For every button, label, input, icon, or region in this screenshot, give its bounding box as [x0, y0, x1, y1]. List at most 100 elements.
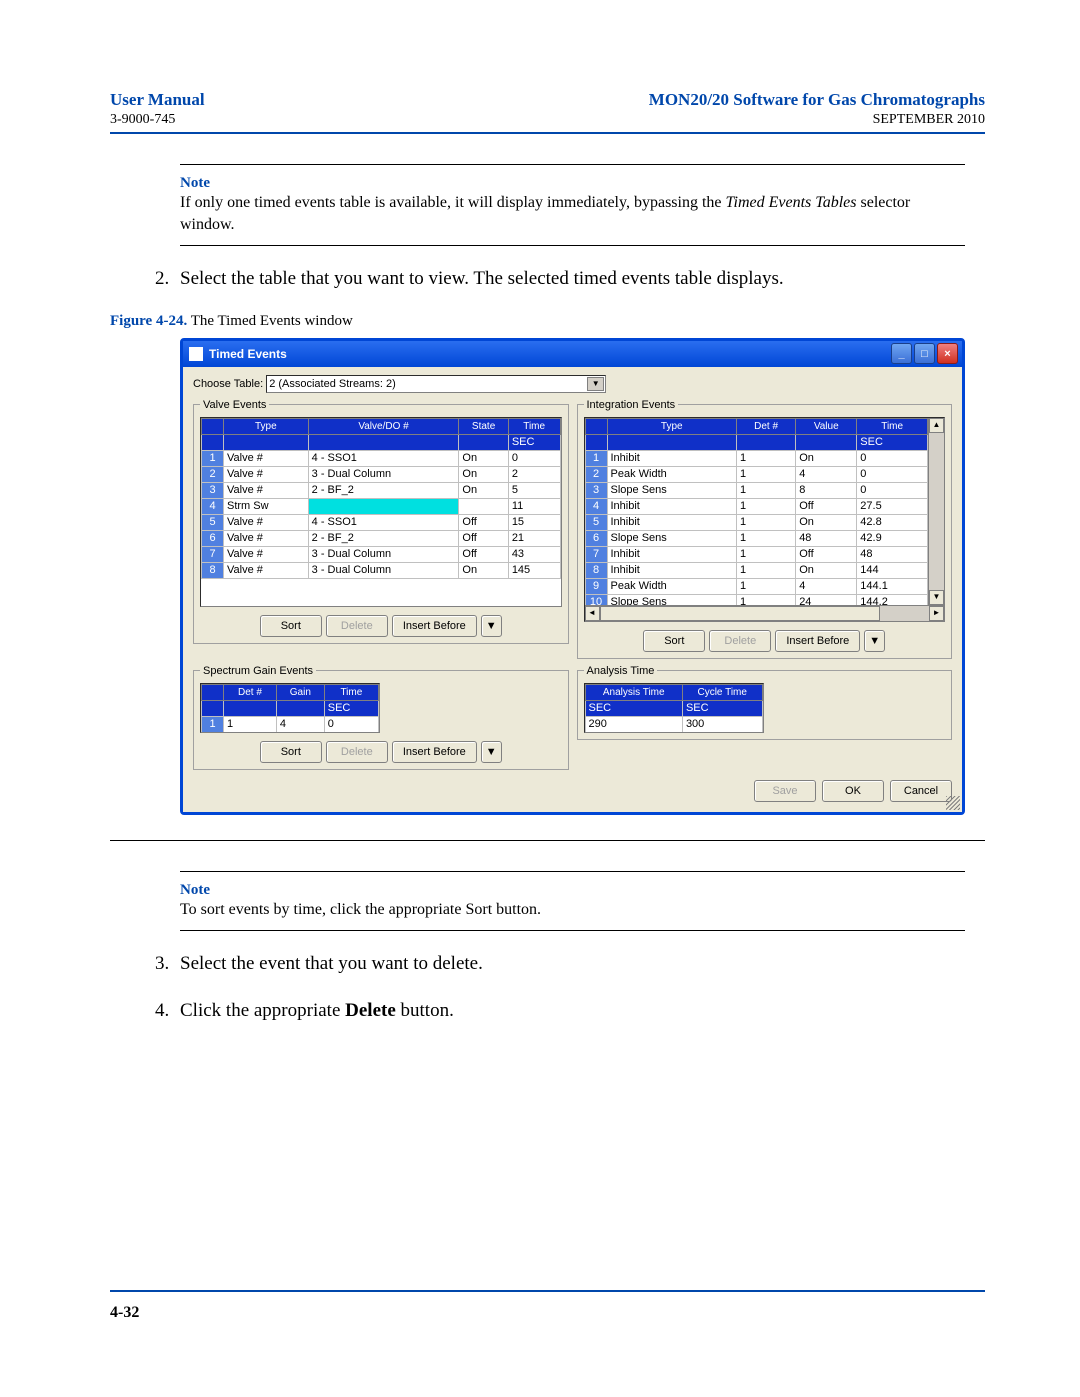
- scroll-down-icon[interactable]: ▼: [929, 590, 944, 605]
- body-rule: [110, 840, 985, 841]
- note2-rule-bottom: [180, 930, 965, 931]
- header-subright: SEPTEMBER 2010: [873, 112, 985, 128]
- column-header[interactable]: [585, 418, 607, 434]
- table-row[interactable]: 290300: [585, 716, 762, 732]
- valve-events-grid[interactable]: TypeValve/DO #StateTimeSEC1Valve #4 - SS…: [200, 417, 562, 607]
- resize-grip-icon[interactable]: [946, 796, 960, 810]
- column-header[interactable]: Gain: [276, 684, 324, 700]
- scroll-right-icon[interactable]: ►: [929, 606, 944, 621]
- analysis-time-fieldset: Analysis Time Analysis TimeCycle TimeSEC…: [577, 665, 953, 740]
- table-row[interactable]: 5Valve #4 - SSO1Off15: [202, 514, 561, 530]
- column-header[interactable]: Cycle Time: [682, 684, 762, 700]
- header-subleft: 3-9000-745: [110, 112, 175, 128]
- titlebar[interactable]: Timed Events _ □ ×: [183, 341, 962, 367]
- header-right: MON20/20 Software for Gas Chromatographs: [649, 90, 985, 110]
- table-row[interactable]: 9Peak Width14144.1: [585, 578, 928, 594]
- scrollbar-thumb[interactable]: [600, 606, 880, 621]
- note2-rule-top: [180, 871, 965, 872]
- window-title: Timed Events: [209, 347, 891, 361]
- valve-sort-button[interactable]: Sort: [260, 615, 322, 637]
- column-header[interactable]: Analysis Time: [585, 684, 682, 700]
- save-button[interactable]: Save: [754, 780, 816, 802]
- table-row[interactable]: 3Valve #2 - BF_2On5: [202, 482, 561, 498]
- choose-table-dropdown[interactable]: 2 (Associated Streams: 2): [266, 375, 606, 393]
- integration-events-fieldset: Integration Events TypeDet #ValueTimeSEC…: [577, 399, 953, 659]
- valve-insert-before-button[interactable]: Insert Before: [392, 615, 477, 637]
- table-row[interactable]: 5Inhibit1On42.8: [585, 514, 928, 530]
- note2-label: Note: [180, 882, 965, 899]
- table-row[interactable]: 1Inhibit1On0: [585, 450, 928, 466]
- step-2: 2. Select the table that you want to vie…: [155, 266, 985, 293]
- integration-vertical-scrollbar[interactable]: ▲ ▼: [928, 418, 944, 605]
- gain-insert-dropdown[interactable]: ▼: [481, 741, 502, 763]
- table-row[interactable]: 7Valve #3 - Dual ColumnOff43: [202, 546, 561, 562]
- spectrum-gain-fieldset: Spectrum Gain Events Det #GainTimeSEC114…: [193, 665, 569, 770]
- integration-delete-button[interactable]: Delete: [709, 630, 771, 652]
- table-row[interactable]: 4Inhibit1Off27.5: [585, 498, 928, 514]
- gain-sort-button[interactable]: Sort: [260, 741, 322, 763]
- valve-events-fieldset: Valve Events TypeValve/DO #StateTimeSEC1…: [193, 399, 569, 644]
- integration-events-grid[interactable]: TypeDet #ValueTimeSEC1Inhibit1On02Peak W…: [584, 417, 946, 622]
- column-header[interactable]: Type: [224, 418, 309, 434]
- column-header[interactable]: State: [459, 418, 508, 434]
- step-3: 3. Select the event that you want to del…: [155, 951, 985, 978]
- step-4: 4. Click the appropriate Delete button.: [155, 998, 985, 1025]
- table-row[interactable]: 1140: [202, 716, 379, 732]
- spectrum-gain-grid[interactable]: Det #GainTimeSEC1140: [200, 683, 380, 733]
- table-row[interactable]: 1Valve #4 - SSO1On0: [202, 450, 561, 466]
- note1-text: If only one timed events table is availa…: [180, 192, 965, 235]
- table-row[interactable]: 3Slope Sens180: [585, 482, 928, 498]
- column-header[interactable]: [202, 418, 224, 434]
- minimize-button[interactable]: _: [891, 343, 912, 364]
- gain-delete-button[interactable]: Delete: [326, 741, 388, 763]
- column-header[interactable]: [202, 684, 224, 700]
- scroll-left-icon[interactable]: ◄: [585, 606, 600, 621]
- close-button[interactable]: ×: [937, 343, 958, 364]
- valve-delete-button[interactable]: Delete: [326, 615, 388, 637]
- scroll-up-icon[interactable]: ▲: [929, 418, 944, 433]
- table-row[interactable]: 4Strm Sw11: [202, 498, 561, 514]
- column-header[interactable]: Det #: [224, 684, 277, 700]
- column-header[interactable]: Time: [508, 418, 560, 434]
- header-rule: [110, 132, 985, 134]
- column-header[interactable]: Time: [857, 418, 928, 434]
- column-header[interactable]: Valve/DO #: [308, 418, 459, 434]
- choose-table-row: Choose Table: 2 (Associated Streams: 2): [193, 375, 952, 393]
- app-icon: [189, 347, 203, 361]
- table-row[interactable]: 7Inhibit1Off48: [585, 546, 928, 562]
- table-row[interactable]: 2Valve #3 - Dual ColumnOn2: [202, 466, 561, 482]
- valve-events-legend: Valve Events: [200, 399, 269, 411]
- column-header[interactable]: Value: [796, 418, 857, 434]
- table-row[interactable]: 8Inhibit1On144: [585, 562, 928, 578]
- cancel-button[interactable]: Cancel: [890, 780, 952, 802]
- integration-insert-before-button[interactable]: Insert Before: [775, 630, 860, 652]
- figure-caption: Figure 4-24. The Timed Events window: [110, 313, 985, 330]
- valve-insert-dropdown[interactable]: ▼: [481, 615, 502, 637]
- page-number: 4-32: [110, 1304, 139, 1322]
- integration-horizontal-scrollbar[interactable]: ◄ ►: [585, 605, 945, 621]
- analysis-time-grid[interactable]: Analysis TimeCycle TimeSECSEC290300: [584, 683, 764, 733]
- table-row[interactable]: 8Valve #3 - Dual ColumnOn145: [202, 562, 561, 578]
- footer-rule: [110, 1290, 985, 1292]
- note2-text: To sort events by time, click the approp…: [180, 899, 965, 921]
- header-left: User Manual: [110, 90, 205, 110]
- gain-insert-before-button[interactable]: Insert Before: [392, 741, 477, 763]
- table-row[interactable]: 2Peak Width140: [585, 466, 928, 482]
- note-label: Note: [180, 175, 965, 192]
- note-rule-top: [180, 164, 965, 165]
- timed-events-window: Timed Events _ □ × Choose Table: 2 (Asso…: [180, 338, 965, 815]
- table-row[interactable]: 6Valve #2 - BF_2Off21: [202, 530, 561, 546]
- column-header[interactable]: Det #: [737, 418, 796, 434]
- analysis-time-legend: Analysis Time: [584, 665, 658, 677]
- column-header[interactable]: Time: [324, 684, 378, 700]
- table-row[interactable]: 10Slope Sens124144.2: [585, 594, 928, 605]
- ok-button[interactable]: OK: [822, 780, 884, 802]
- maximize-button[interactable]: □: [914, 343, 935, 364]
- table-row[interactable]: 6Slope Sens14842.9: [585, 530, 928, 546]
- integration-events-legend: Integration Events: [584, 399, 679, 411]
- note-rule-bottom: [180, 245, 965, 246]
- choose-table-label: Choose Table:: [193, 378, 263, 390]
- integration-insert-dropdown[interactable]: ▼: [864, 630, 885, 652]
- column-header[interactable]: Type: [607, 418, 737, 434]
- integration-sort-button[interactable]: Sort: [643, 630, 705, 652]
